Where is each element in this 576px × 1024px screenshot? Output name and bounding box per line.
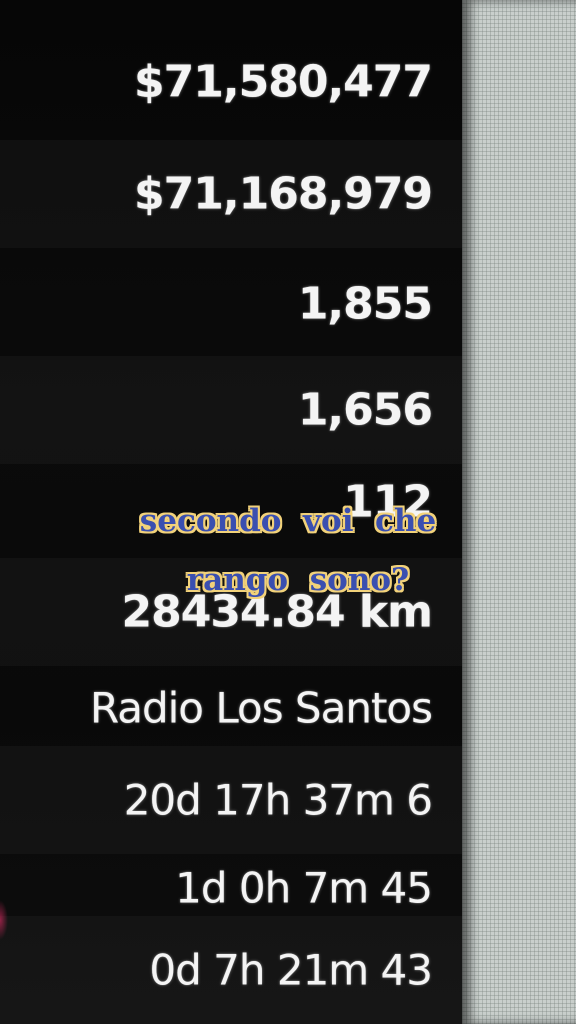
stat-value: 0d 7h 21m 43 bbox=[149, 945, 433, 995]
stat-row-cash: $71,580,477 bbox=[0, 28, 468, 136]
stat-value: 1,855 bbox=[297, 278, 433, 330]
stat-row-money: $71,168,979 bbox=[0, 140, 468, 248]
pink-glare bbox=[0, 900, 8, 940]
photo-of-screen: $71,580,477 $71,168,979 1,855 1,656 112 … bbox=[0, 0, 576, 1024]
stat-value: Radio Los Santos bbox=[89, 683, 433, 733]
stat-row-count-3: 112 bbox=[0, 448, 468, 556]
stat-value: $71,580,477 bbox=[134, 56, 433, 108]
stat-value: 20d 17h 37m 6 bbox=[123, 775, 433, 825]
stat-row-time-3: 0d 7h 21m 43 bbox=[0, 916, 468, 1024]
stat-value: $71,168,979 bbox=[134, 168, 433, 220]
caption-line-1: secondo voi che bbox=[139, 503, 437, 539]
stat-value: 1d 0h 7m 45 bbox=[175, 863, 433, 913]
stat-row-count-1: 1,855 bbox=[0, 250, 468, 358]
caption-line-2: rango sono? bbox=[186, 562, 410, 598]
stat-value: 1,656 bbox=[297, 384, 433, 436]
